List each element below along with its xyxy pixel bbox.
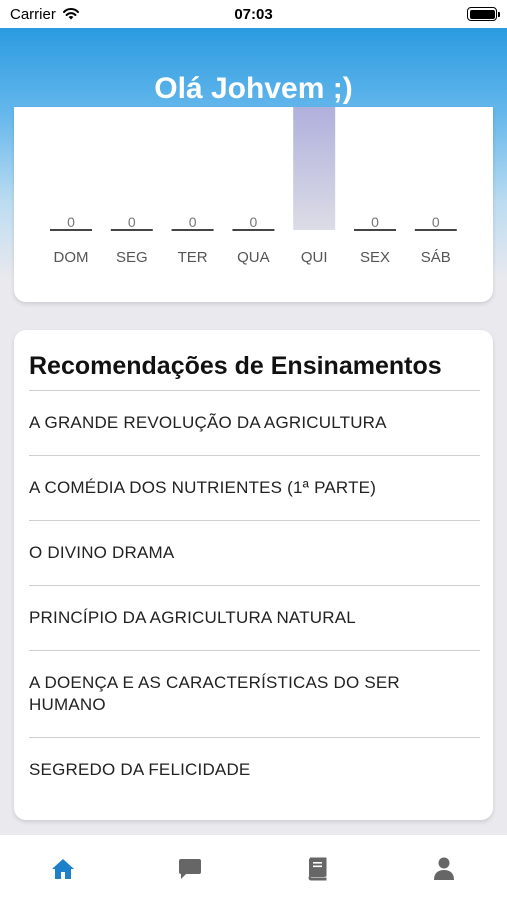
tab-library[interactable] bbox=[297, 855, 337, 883]
chart-bar-qui bbox=[293, 107, 336, 230]
chart-value-label: 0 bbox=[250, 214, 258, 230]
greeting-title: Olá Johvem ;) bbox=[154, 72, 353, 105]
chart-category-label: TER bbox=[178, 249, 208, 266]
chart-value-label: 0 bbox=[128, 214, 136, 230]
profile-icon bbox=[433, 857, 454, 880]
wifi-icon bbox=[62, 8, 79, 20]
chart-category-label: QUI bbox=[301, 249, 328, 266]
chart-category-label: SEX bbox=[360, 249, 390, 266]
status-left: Carrier bbox=[10, 6, 80, 23]
chart-value-label: 0 bbox=[371, 214, 379, 230]
chart-category-label: DOM bbox=[54, 249, 89, 266]
chart-category-label: QUA bbox=[237, 249, 270, 266]
recommendation-item[interactable]: SEGREDO DA FELICIDADE bbox=[29, 738, 480, 802]
recommendations-title: Recomendações de Ensinamentos bbox=[29, 352, 442, 380]
recommendation-item[interactable]: PRINCÍPIO DA AGRICULTURA NATURAL bbox=[29, 586, 480, 651]
home-icon bbox=[52, 859, 75, 879]
weekly-activity-card: 0 DOM 0 SEG 0 TER 0 QUA QUI 0 SEX 0 SÁB bbox=[14, 107, 493, 302]
recommendation-item[interactable]: A GRANDE REVOLUÇÃO DA AGRICULTURA bbox=[29, 391, 480, 456]
chat-icon bbox=[179, 859, 202, 879]
carrier-label: Carrier bbox=[10, 5, 56, 23]
chart-value-label: 0 bbox=[67, 214, 75, 230]
tab-bar bbox=[0, 835, 507, 900]
recommendation-item[interactable]: A COMÉDIA DOS NUTRIENTES (1ª PARTE) bbox=[29, 456, 480, 521]
recommendation-item[interactable]: O DIVINO DRAMA bbox=[29, 521, 480, 586]
chart-category-label: SEG bbox=[116, 249, 148, 266]
recommendations-card: Recomendações de Ensinamentos A GRANDE R… bbox=[14, 330, 493, 820]
chart-value-label: 0 bbox=[189, 214, 197, 230]
chart-value-label: 0 bbox=[432, 214, 440, 230]
tab-profile[interactable] bbox=[424, 855, 464, 883]
battery-icon bbox=[467, 7, 500, 21]
tab-chat[interactable] bbox=[170, 855, 210, 883]
recommendations-list: A GRANDE REVOLUÇÃO DA AGRICULTURA A COMÉ… bbox=[29, 391, 480, 802]
recommendation-item[interactable]: A DOENÇA E AS CARACTERÍSTICAS DO SER HUM… bbox=[29, 651, 480, 738]
book-icon bbox=[308, 857, 327, 881]
status-time: 07:03 bbox=[234, 5, 273, 23]
status-bar: Carrier 07:03 bbox=[0, 0, 507, 28]
chart-category-label: SÁB bbox=[421, 249, 451, 266]
weekly-activity-chart: 0 DOM 0 SEG 0 TER 0 QUA QUI 0 SEX 0 SÁB bbox=[50, 107, 457, 266]
tab-home[interactable] bbox=[43, 855, 83, 883]
